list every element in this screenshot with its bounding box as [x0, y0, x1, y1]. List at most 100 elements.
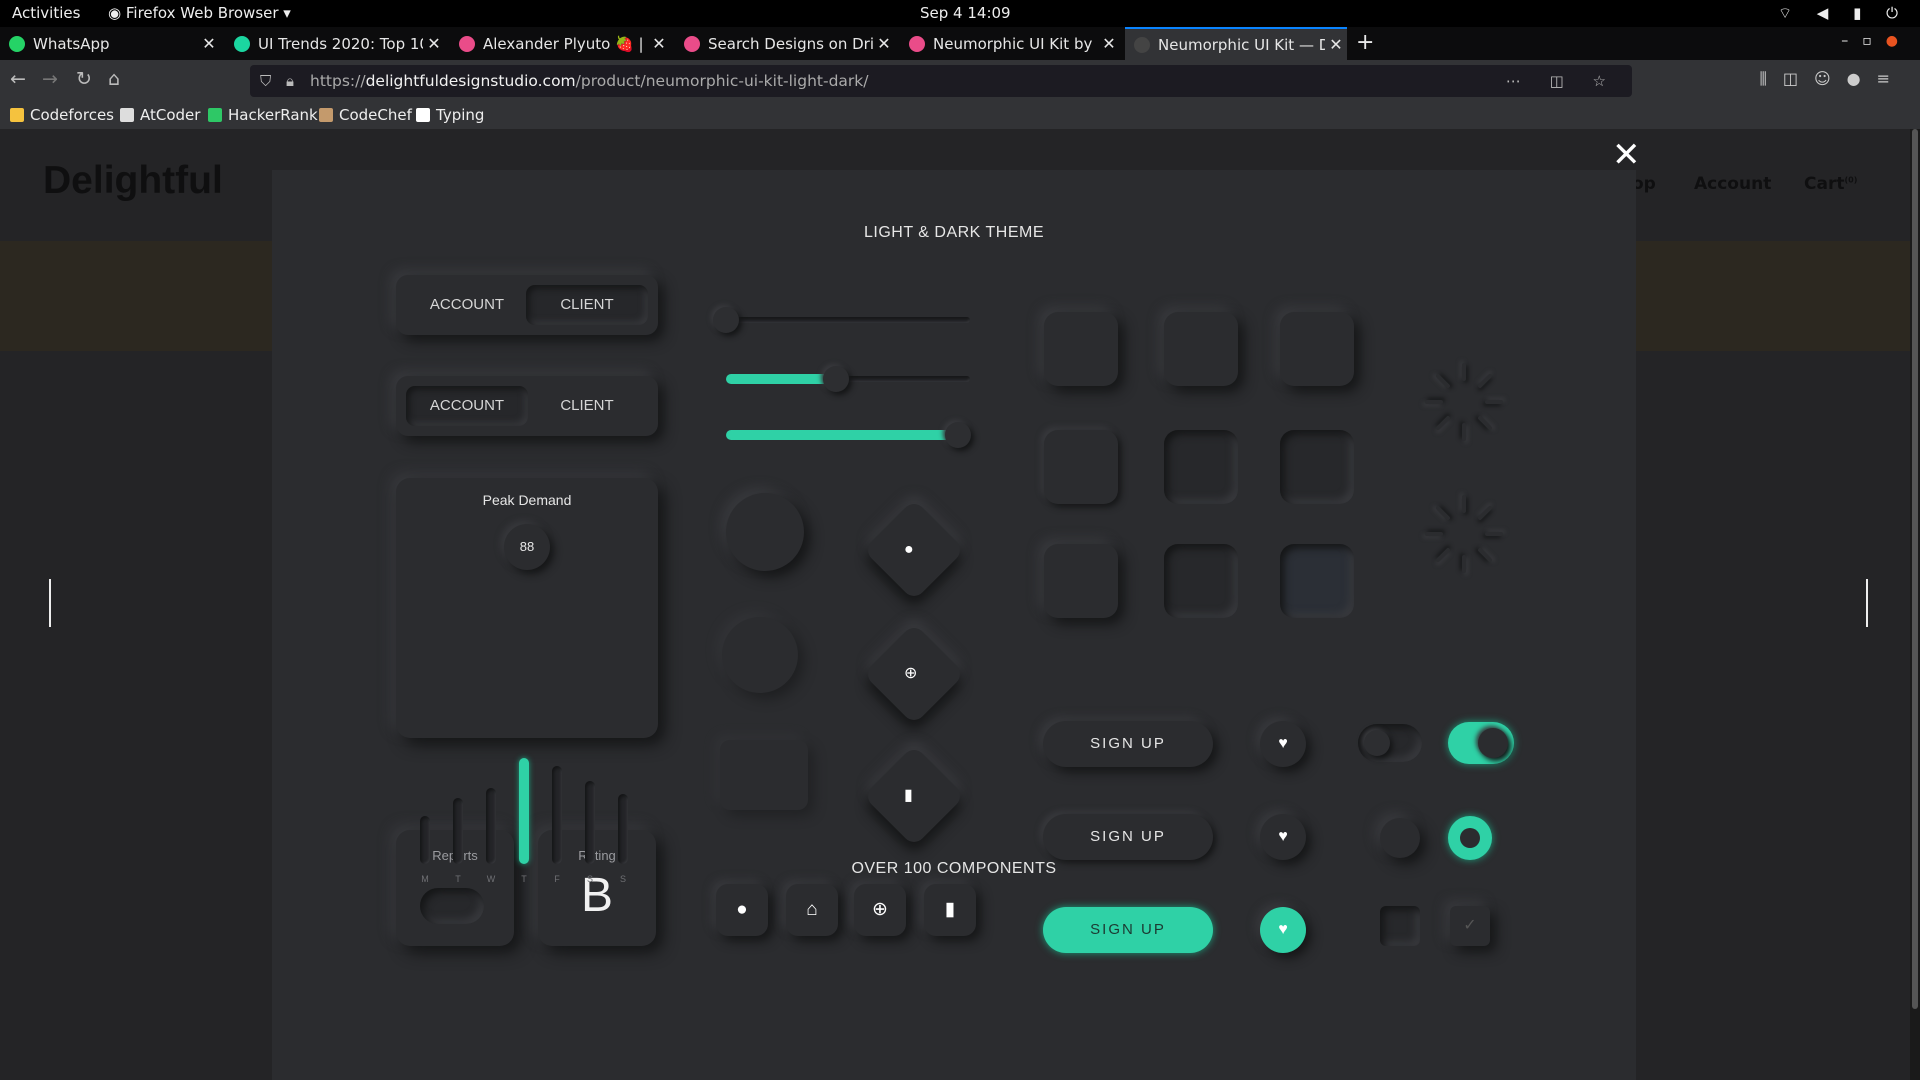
new-tab-icon[interactable]: +	[1356, 30, 1374, 55]
bookmark-hackerrank[interactable]: HackerRank	[208, 106, 318, 124]
close-tab-icon[interactable]: ✕	[1325, 35, 1347, 54]
window-controls[interactable]: –▫●	[1841, 33, 1912, 49]
toggle-on[interactable]	[1448, 722, 1514, 764]
page-scrollbar[interactable]	[1910, 129, 1920, 1080]
demand-bar	[585, 781, 595, 864]
bookmark-typing[interactable]: Typing	[416, 106, 484, 124]
stats-button[interactable]: ▮	[924, 884, 976, 936]
url-domain: delightfuldesignstudio.com	[365, 72, 576, 90]
home-icon[interactable]: ⌂	[108, 68, 120, 90]
tab-dribbble-search[interactable]: Search Designs on Dribbl✕	[675, 27, 895, 60]
tile-raised[interactable]	[1280, 312, 1354, 386]
bookmark-codechef[interactable]: CodeChef	[319, 106, 412, 124]
forward-icon[interactable]: →	[42, 68, 58, 90]
close-tab-icon[interactable]: ✕	[423, 34, 445, 53]
tab-neumorphic-dribbble[interactable]: Neumorphic UI Kit by Sar✕	[900, 27, 1120, 60]
bar-chart-icon: ▮	[904, 787, 913, 804]
knob-dial[interactable]	[726, 493, 804, 571]
system-tray[interactable]: ⌔ ◀ ▮ ⏻	[1778, 4, 1908, 23]
like-button-active[interactable]: ♥	[1260, 907, 1306, 953]
scrollbar-thumb[interactable]	[1912, 129, 1918, 1009]
signup-button-primary[interactable]: SIGN UP	[1043, 907, 1213, 953]
app-menu[interactable]: ◉ Firefox Web Browser ▾	[108, 4, 291, 22]
lightbox-image: LIGHT & DARK THEME OVER 100 COMPONENTS A…	[272, 170, 1636, 1080]
site-logo[interactable]: Delightful	[43, 159, 223, 203]
peak-value-badge: 88	[504, 524, 550, 570]
close-icon[interactable]: ✕	[1612, 138, 1641, 172]
signup-button-flat[interactable]: SIGN UP	[1043, 814, 1213, 860]
like-button[interactable]: ♥	[1260, 814, 1306, 860]
reload-icon[interactable]: ↻	[76, 68, 92, 90]
stats-diamond-button[interactable]	[863, 745, 965, 847]
spinner-segment	[1435, 547, 1451, 563]
tile-inset[interactable]	[1164, 544, 1238, 618]
slider-track[interactable]	[726, 317, 970, 323]
bookmark-atcoder[interactable]: AtCoder	[120, 106, 200, 124]
segmented-control-account[interactable]: ACCOUNT CLIENT	[396, 376, 658, 436]
tab-title: Neumorphic UI Kit — Del	[1158, 35, 1325, 54]
nav-account[interactable]: Account	[1694, 174, 1771, 194]
page-actions-icon[interactable]: ⋯ ◫ ☆	[1506, 71, 1618, 91]
tile-soft[interactable]	[1044, 430, 1118, 504]
segment-account[interactable]: ACCOUNT	[406, 285, 528, 325]
signup-button-raised[interactable]: SIGN UP	[1043, 721, 1213, 767]
slider-thumb[interactable]	[823, 366, 849, 392]
prev-arrow[interactable]	[49, 579, 51, 627]
user-diamond-button[interactable]	[863, 499, 965, 601]
firefox-icon: ◉	[108, 4, 126, 22]
tile-raised[interactable]	[1044, 544, 1118, 618]
demand-bar	[519, 758, 529, 864]
tab-whatsapp[interactable]: WhatsApp ✕	[0, 27, 220, 60]
navigation-toolbar: ← → ↻ ⌂ ⛉ 🔒︎ https://delightfuldesignstu…	[0, 60, 1920, 102]
nav-cart[interactable]: Cart(0)	[1804, 174, 1857, 194]
plus-circle-icon: ⊕	[904, 665, 918, 682]
tab-ui-trends[interactable]: UI Trends 2020: Top 10 T✕	[225, 27, 445, 60]
close-tab-icon[interactable]: ✕	[198, 34, 220, 53]
tab-dribbble-plyuto[interactable]: Alexander Plyuto 🍓 | Dri✕	[450, 27, 670, 60]
system-top-bar: Activities ◉ Firefox Web Browser ▾ Sep 4…	[0, 0, 1920, 27]
add-button[interactable]: ⊕	[854, 884, 906, 936]
shield-icon[interactable]: ⛉	[260, 71, 271, 91]
reports-toggle[interactable]	[420, 888, 484, 924]
ui-trends-icon	[234, 35, 250, 52]
back-icon[interactable]: ←	[10, 68, 26, 90]
toolbar-right-icons[interactable]: ⫼◫☺●≡	[1759, 69, 1906, 89]
radio-on[interactable]	[1448, 816, 1492, 860]
tab-title: Alexander Plyuto 🍓 | Dri	[483, 34, 648, 53]
segmented-control-client[interactable]: ACCOUNT CLIENT	[396, 275, 658, 335]
like-button[interactable]: ♥	[1260, 721, 1306, 767]
url-bar[interactable]: ⛉ 🔒︎ https://delightfuldesignstudio.com/…	[250, 65, 1632, 97]
bookmark-codeforces[interactable]: Codeforces	[10, 106, 114, 124]
tab-neumorphic-delightful[interactable]: Neumorphic UI Kit — Del✕	[1125, 27, 1347, 60]
tile-inset-blue[interactable]	[1280, 544, 1354, 618]
checkbox-unchecked[interactable]	[1380, 906, 1420, 946]
clock[interactable]: Sep 4 14:09	[920, 4, 1011, 22]
segment-client[interactable]: CLIENT	[526, 386, 648, 426]
day-label: T	[455, 874, 461, 884]
close-tab-icon[interactable]: ✕	[1098, 34, 1120, 53]
segment-client[interactable]: CLIENT	[526, 285, 648, 325]
radio-off[interactable]	[1380, 818, 1420, 858]
tile-inset[interactable]	[1164, 430, 1238, 504]
home-button[interactable]: ⌂	[786, 884, 838, 936]
tile-inset[interactable]	[1280, 430, 1354, 504]
cart-label: Cart	[1804, 174, 1845, 194]
close-tab-icon[interactable]: ✕	[648, 34, 670, 53]
page-content: Delightful op Account Cart(0) LIGHT & DA…	[0, 129, 1920, 1080]
url-path: /product/neumorphic-ui-kit-light-dark/	[575, 72, 869, 90]
slider-thumb[interactable]	[713, 307, 739, 333]
tile-raised[interactable]	[1164, 312, 1238, 386]
spinner-segment	[1462, 423, 1466, 441]
lock-icon[interactable]: 🔒︎	[286, 71, 294, 91]
tile-raised[interactable]	[1044, 312, 1118, 386]
toggle-off[interactable]	[1358, 724, 1422, 762]
slider-thumb[interactable]	[945, 422, 971, 448]
next-arrow[interactable]	[1866, 579, 1868, 627]
segment-account[interactable]: ACCOUNT	[406, 386, 528, 426]
checkbox-checked[interactable]: ✓	[1450, 906, 1490, 946]
whatsapp-icon	[9, 35, 25, 52]
close-tab-icon[interactable]: ✕	[873, 34, 895, 53]
user-button[interactable]: ●	[716, 884, 768, 936]
day-label: W	[486, 874, 496, 884]
activities-button[interactable]: Activities	[12, 4, 80, 22]
